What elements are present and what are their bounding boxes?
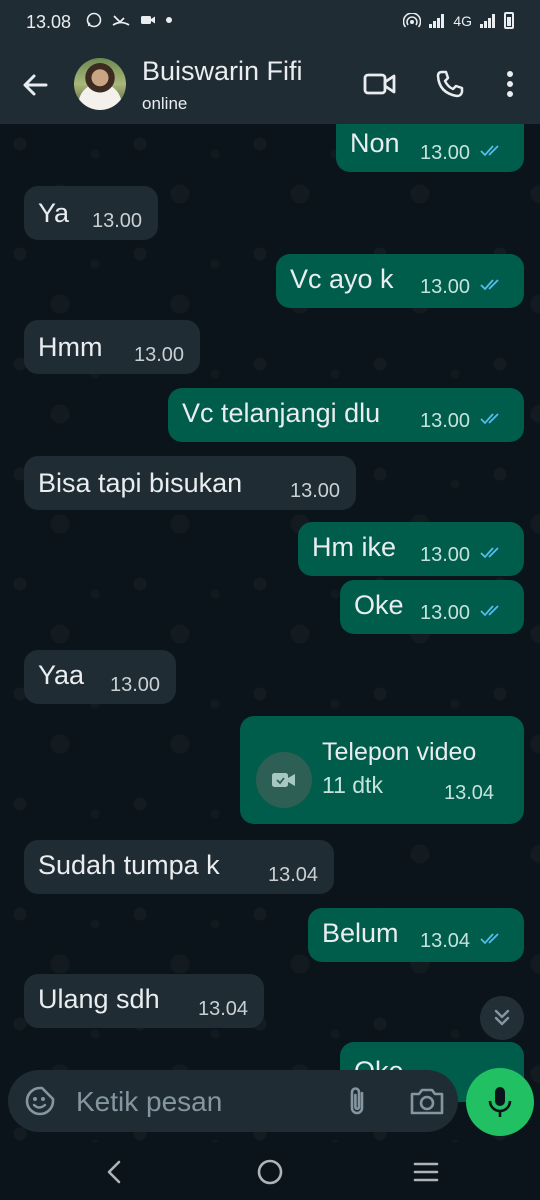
read-ticks-icon — [480, 145, 499, 157]
message-text: Hmm — [38, 332, 103, 362]
read-ticks-icon — [480, 279, 499, 291]
nav-recents-icon[interactable] — [408, 1154, 444, 1190]
attachment-icon[interactable] — [340, 1084, 374, 1118]
missed-call-icon — [112, 15, 130, 26]
avatar[interactable] — [74, 58, 126, 110]
message-bubble-in[interactable]: Bisa tapi bisukan 13.00 — [24, 456, 356, 510]
whatsapp-notification-icon — [86, 12, 102, 28]
message-time: 13.00 — [290, 480, 341, 502]
message-text: Belum — [322, 918, 399, 948]
more-vert-icon[interactable] — [492, 66, 528, 102]
scroll-down-button[interactable] — [480, 996, 524, 1040]
sticker-emoji-icon[interactable] — [24, 1085, 56, 1117]
nav-home-icon[interactable] — [252, 1154, 288, 1190]
message-bubble-in[interactable]: Ya 13.00 — [24, 186, 158, 240]
message-bubble-out[interactable]: Oke 13.00 — [340, 580, 524, 634]
contact-status: online — [142, 94, 188, 113]
message-time: 13.00 — [134, 344, 185, 366]
video-notification-icon — [141, 16, 155, 24]
message-text: Bisa tapi bisukan — [38, 468, 243, 498]
video-call-icon — [256, 752, 312, 808]
call-duration: 11 dtk — [322, 772, 383, 798]
message-time: 13.00 — [420, 276, 471, 298]
message-time: 13.04 — [198, 998, 249, 1020]
message-bubble-in[interactable]: Sudah tumpa k 13.04 — [24, 840, 334, 894]
message-bubble-out[interactable]: Vc telanjangi dlu 13.00 — [168, 388, 524, 442]
message-bubble-in[interactable]: Hmm 13.00 — [24, 320, 200, 374]
message-time: 13.00 — [420, 142, 471, 164]
message-text: Non — [350, 128, 400, 158]
message-bubble-in[interactable]: Ulang sdh 13.04 — [24, 974, 264, 1028]
nav-back-icon[interactable] — [96, 1154, 132, 1190]
phone-icon[interactable] — [432, 66, 468, 102]
double-chevron-down-icon — [494, 1009, 510, 1026]
message-text: Sudah tumpa k — [38, 850, 220, 880]
message-time: 13.04 — [268, 864, 319, 886]
message-time: 13.00 — [420, 410, 471, 432]
message-bubble-out[interactable]: Hm ike 13.00 — [298, 522, 524, 576]
signal-icon-2 — [480, 13, 496, 28]
message-time: 13.00 — [110, 674, 161, 696]
back-arrow-icon[interactable] — [18, 68, 52, 102]
message-time: 13.04 — [420, 930, 471, 952]
message-bubble-out[interactable]: Non 13.00 — [336, 124, 524, 172]
signal-icon — [429, 13, 445, 28]
voice-message-button[interactable] — [466, 1068, 534, 1136]
camera-icon[interactable] — [408, 1084, 446, 1118]
contact-name[interactable]: Buiswarin Fifi — [142, 56, 303, 87]
battery-icon — [504, 12, 514, 29]
status-bar: 13.08 4G — [0, 0, 540, 46]
message-input[interactable] — [74, 1080, 318, 1124]
message-text: Vc ayo k — [290, 264, 394, 294]
composer — [8, 1070, 458, 1132]
video-call-message[interactable]: Telepon video 11 dtk 13.04 — [240, 716, 524, 824]
message-time: 13.00 — [420, 544, 471, 566]
call-title: Telepon video — [322, 738, 477, 766]
status-time: 13.08 — [26, 12, 72, 32]
system-nav-bar — [0, 1142, 540, 1200]
message-time: 13.00 — [92, 210, 143, 232]
read-ticks-icon — [480, 413, 499, 425]
read-ticks-icon — [480, 933, 499, 945]
message-text: Ulang sdh — [38, 984, 160, 1014]
message-bubble-out[interactable]: Vc ayo k 13.00 — [276, 254, 524, 308]
microphone-icon — [488, 1087, 512, 1117]
message-text: Yaa — [38, 660, 85, 690]
message-text: Hm ike — [312, 532, 397, 562]
message-text: Vc telanjangi dlu — [182, 398, 381, 428]
read-ticks-icon — [480, 547, 499, 559]
message-text: Ya — [38, 198, 70, 228]
notification-dot-icon — [166, 17, 172, 23]
chat-header: Buiswarin Fifi online — [0, 46, 540, 124]
video-call-icon[interactable] — [362, 66, 398, 102]
chat-area[interactable]: Non 13.00 Ya 13.00 Vc ayo k 13.00 Hmm 13… — [0, 124, 540, 1158]
network-type: 4G — [453, 12, 472, 29]
message-bubble-out[interactable]: Belum 13.04 — [308, 908, 524, 962]
message-bubble-in[interactable]: Yaa 13.00 — [24, 650, 176, 704]
read-ticks-icon — [480, 605, 499, 617]
message-time: 13.00 — [420, 602, 471, 624]
message-time: 13.04 — [444, 782, 495, 804]
hotspot-icon — [403, 12, 422, 28]
message-text: Oke — [354, 590, 404, 620]
